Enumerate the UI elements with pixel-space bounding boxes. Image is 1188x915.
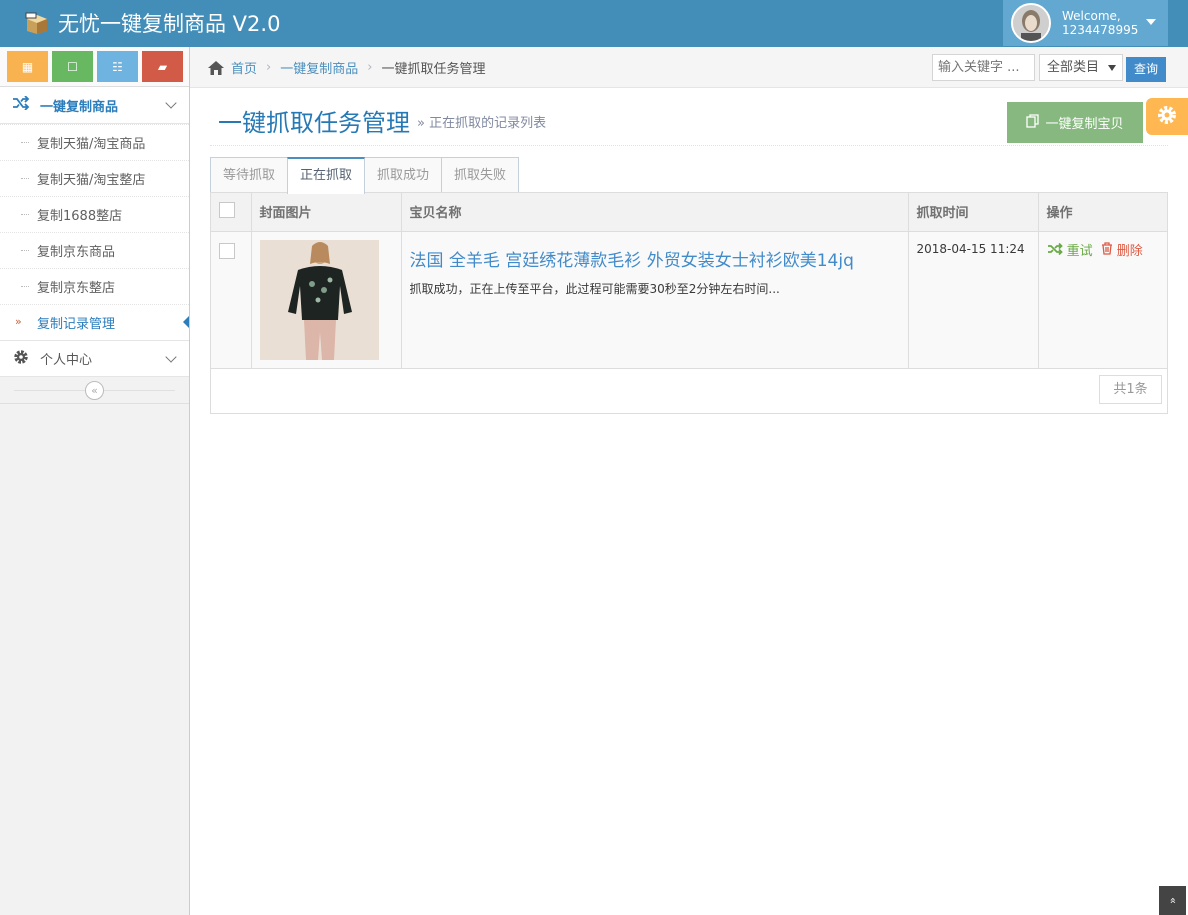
actions-cell: 重试 删除 <box>1038 231 1167 369</box>
header-cover: 封面图片 <box>251 193 402 232</box>
scroll-top-button[interactable]: » <box>1159 886 1186 915</box>
query-button[interactable]: 查询 <box>1126 57 1166 82</box>
sidebar-item-label: 复制天猫/淘宝商品 <box>37 137 146 152</box>
home-icon <box>207 60 225 76</box>
status-tabs: 等待抓取 正在抓取 抓取成功 抓取失败 <box>210 157 520 194</box>
top-navbar: 无忧一键复制商品 V2.0 Welcome, 1234478995 <box>0 0 1188 47</box>
breadcrumb-copy-link[interactable]: 一键复制商品 <box>280 58 358 77</box>
caret-down-icon <box>1146 19 1156 25</box>
brand[interactable]: 无忧一键复制商品 V2.0 <box>24 8 280 38</box>
sidebar-item-tmall-product[interactable]: 复制天猫/淘宝商品 <box>0 124 189 160</box>
shortcut-calendar-button[interactable]: ▦ <box>7 51 48 82</box>
tab-in-progress[interactable]: 正在抓取 <box>287 157 366 194</box>
chevron-down-icon <box>165 97 177 109</box>
copy-icon <box>1026 113 1040 132</box>
tab-waiting[interactable]: 等待抓取 <box>210 157 289 193</box>
select-all-cell <box>211 193 252 232</box>
sidebar-item-1688-shop[interactable]: 复制1688整店 <box>0 196 189 232</box>
retry-button[interactable]: 重试 <box>1047 240 1093 259</box>
table-header-row: 封面图片 宝贝名称 抓取时间 操作 <box>211 193 1167 232</box>
sidebar-item-label: 复制1688整店 <box>37 209 123 224</box>
shortcut-book-button[interactable]: ▰ <box>142 51 183 82</box>
row-actions: 重试 删除 <box>1047 240 1160 259</box>
product-cover-image[interactable] <box>259 239 379 360</box>
square-icon: ☐ <box>67 59 78 74</box>
category-selected: 全部类目 <box>1047 60 1100 75</box>
shortcut-list-button[interactable]: ☷ <box>97 51 138 82</box>
box-logo-icon <box>24 11 50 35</box>
caret-down-icon <box>1108 65 1116 71</box>
sidebar-item-label: 复制记录管理 <box>37 317 116 332</box>
row-checkbox[interactable] <box>219 242 235 259</box>
breadcrumb-current: 一键抓取任务管理 <box>381 62 486 77</box>
page-subtitle: » 正在抓取的记录列表 <box>417 116 547 131</box>
settings-button[interactable] <box>1146 98 1188 135</box>
sidebar-group-label: 一键复制商品 <box>40 99 119 115</box>
header-title: 宝贝名称 <box>401 193 909 232</box>
breadcrumbs-bar: 首页 › 一键复制商品 › 一键抓取任务管理 全部类目 查询 <box>190 47 1188 88</box>
title-cell: 法国 全羊毛 宫廷绣花薄款毛衫 外贸女装女士衬衫欧美14jq 抓取成功，正在上传… <box>401 231 909 369</box>
search-input[interactable] <box>932 54 1035 81</box>
task-table: 封面图片 宝贝名称 抓取时间 操作 法国 全羊毛 宫廷绣花薄款毛衫 外贸女装女士… <box>210 192 1168 414</box>
product-title-link[interactable]: 法国 全羊毛 宫廷绣花薄款毛衫 外贸女装女士衬衫欧美14jq <box>410 246 900 271</box>
shuffle-icon <box>12 95 30 114</box>
total-count: 共1条 <box>1099 375 1162 404</box>
time-cell: 2018-04-15 11:24 <box>908 231 1039 369</box>
sidebar-item-jd-product[interactable]: 复制京东商品 <box>0 232 189 268</box>
task-table-grid: 封面图片 宝贝名称 抓取时间 操作 法国 全羊毛 宫廷绣花薄款毛衫 外贸女装女士… <box>211 193 1167 369</box>
list-icon: ☷ <box>112 59 123 74</box>
sidebar-group-personal[interactable]: 个人中心 <box>0 340 189 377</box>
collapse-sidebar-button[interactable]: « <box>85 381 104 400</box>
select-all-checkbox[interactable] <box>219 201 235 218</box>
trash-icon <box>1101 241 1113 259</box>
sidebar-group-copy[interactable]: 一键复制商品 <box>0 87 189 124</box>
sidebar-item-jd-shop[interactable]: 复制京东整店 <box>0 268 189 304</box>
retry-label: 重试 <box>1066 243 1093 259</box>
page-title: 一键抓取任务管理 <box>218 109 410 137</box>
calendar-icon: ▦ <box>21 59 34 74</box>
delete-button[interactable]: 删除 <box>1101 240 1143 259</box>
cover-cell <box>251 231 402 369</box>
sidebar-submenu: 复制天猫/淘宝商品 复制天猫/淘宝整店 复制1688整店 复制京东商品 复制京东… <box>0 124 189 340</box>
breadcrumb-separator: › <box>266 60 272 75</box>
sidebar-item-copy-records[interactable]: » 复制记录管理 <box>0 304 189 340</box>
welcome-text: Welcome, <box>1062 9 1121 23</box>
sidebar: ▦ ☐ ☷ ▰ 一键复制商品 复制天猫/淘宝商品 复制天猫/淘宝整店 复制168… <box>0 47 190 915</box>
copy-product-button[interactable]: 一键复制宝贝 <box>1007 102 1143 143</box>
sidebar-shortcuts: ▦ ☐ ☷ ▰ <box>0 47 189 87</box>
breadcrumb-separator: › <box>367 60 373 75</box>
sidebar-item-label: 复制京东商品 <box>37 245 116 260</box>
gear-icon <box>12 348 30 370</box>
sidebar-item-label: 复制京东整店 <box>37 281 116 296</box>
shortcut-square-button[interactable]: ☐ <box>52 51 93 82</box>
gear-icon <box>1156 104 1178 130</box>
sidebar-collapse-bar: « <box>0 377 189 404</box>
breadcrumb-home-link[interactable]: 首页 <box>231 58 257 77</box>
category-select[interactable]: 全部类目 <box>1039 54 1123 81</box>
avatar <box>1011 3 1051 43</box>
header-time: 抓取时间 <box>908 193 1039 232</box>
copy-product-label: 一键复制宝贝 <box>1045 117 1124 132</box>
sidebar-group-label: 个人中心 <box>40 353 93 368</box>
table-footer: 共1条 <box>211 369 1167 413</box>
user-menu[interactable]: Welcome, 1234478995 <box>1003 0 1168 46</box>
tab-failed[interactable]: 抓取失败 <box>441 157 520 193</box>
sidebar-item-label: 复制天猫/淘宝整店 <box>37 173 146 188</box>
header-actions: 操作 <box>1038 193 1167 232</box>
shuffle-icon <box>1047 242 1063 259</box>
book-icon: ▰ <box>157 59 168 74</box>
app-title: 无忧一键复制商品 V2.0 <box>58 12 281 36</box>
user-id: 1234478995 <box>1062 23 1139 37</box>
product-status-text: 抓取成功，正在上传至平台，此过程可能需要30秒至2分钟左右时间... <box>409 281 780 296</box>
table-row: 法国 全羊毛 宫廷绣花薄款毛衫 外贸女装女士衬衫欧美14jq 抓取成功，正在上传… <box>211 231 1167 369</box>
delete-label: 删除 <box>1116 243 1143 259</box>
sidebar-item-tmall-shop[interactable]: 复制天猫/淘宝整店 <box>0 160 189 196</box>
row-select-cell <box>211 231 252 369</box>
tab-success[interactable]: 抓取成功 <box>364 157 443 193</box>
double-angle-up-icon: » <box>1165 897 1179 904</box>
user-info: Welcome, 1234478995 <box>1062 9 1138 37</box>
chevron-down-icon <box>165 351 177 363</box>
breadcrumb: 首页 › 一键复制商品 › 一键抓取任务管理 <box>207 58 485 77</box>
double-angle-right-icon: » <box>15 315 22 328</box>
